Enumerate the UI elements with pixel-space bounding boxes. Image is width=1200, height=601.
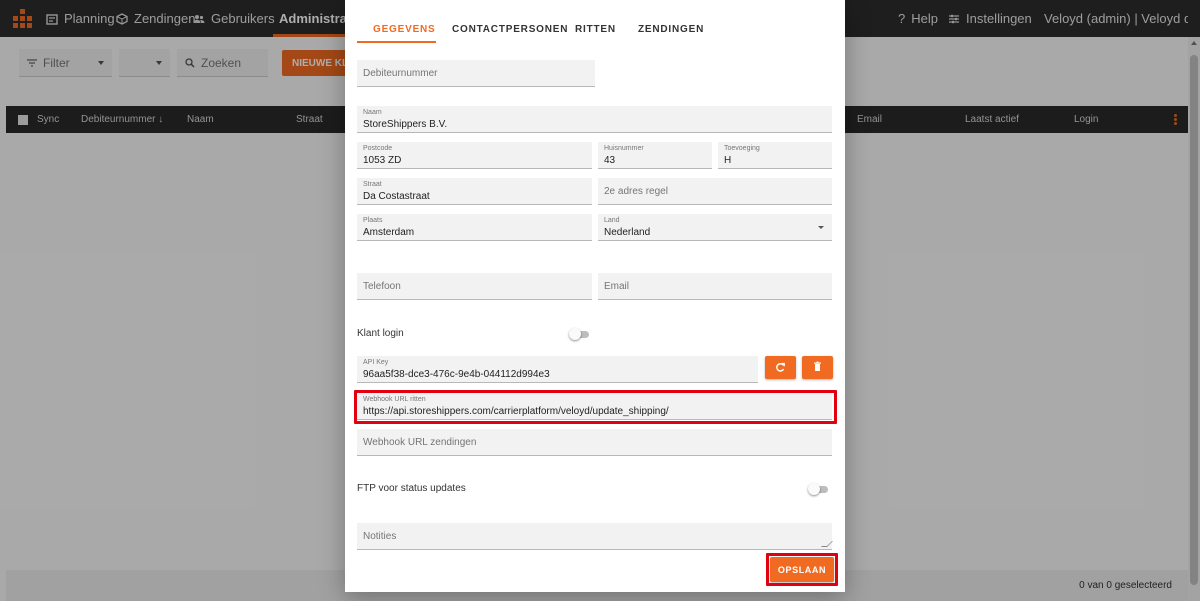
toggle-knob (569, 328, 581, 340)
land-value: Nederland (604, 227, 651, 238)
naam-label: Naam (363, 109, 382, 116)
telefoon-field[interactable]: Telefoon (357, 273, 592, 300)
postcode-field[interactable]: Postcode 1053 ZD (357, 142, 592, 169)
regenerate-api-key-button[interactable] (765, 356, 796, 379)
api-key-value: 96aa5f38-dce3-476c-9e4b-044112d994e3 (363, 369, 550, 380)
tab-gegevens[interactable]: GEGEVENS (373, 24, 436, 35)
plaats-value: Amsterdam (363, 227, 415, 238)
notities-textarea[interactable]: Notities (357, 523, 833, 550)
highlight-box-webhook (354, 390, 837, 424)
highlight-box-save (766, 553, 838, 586)
email-field[interactable]: Email (598, 273, 832, 300)
toevoeging-field[interactable]: Toevoeging H (718, 142, 832, 169)
straat-value: Da Costastraat (363, 191, 430, 202)
toevoeging-label: Toevoeging (724, 145, 760, 152)
klant-login-label: Klant login (357, 328, 404, 339)
debiteurnummer-placeholder: Debiteurnummer (363, 68, 438, 79)
straat-label: Straat (363, 181, 382, 188)
plaats-label: Plaats (363, 217, 383, 224)
resize-grip-icon[interactable] (821, 541, 833, 547)
huisnummer-value: 43 (604, 155, 616, 166)
telefoon-placeholder: Telefoon (363, 281, 401, 292)
naam-value: StoreShippers B.V. (363, 119, 448, 130)
api-key-label: API Key (363, 359, 389, 366)
naam-field[interactable]: Naam StoreShippers B.V. (357, 106, 832, 133)
toevoeging-value: H (724, 155, 732, 166)
ftp-toggle[interactable] (808, 483, 828, 495)
ftp-label: FTP voor status updates (357, 483, 466, 494)
webhook-zendingen-field[interactable]: Webhook URL zendingen (357, 429, 832, 456)
tab-contactpersonen[interactable]: CONTACTPERSONEN (452, 24, 568, 35)
postcode-value: 1053 ZD (363, 155, 402, 166)
chevron-down-icon (818, 226, 824, 229)
adres2-placeholder: 2e adres regel (604, 186, 668, 197)
land-select[interactable]: Land Nederland (598, 214, 832, 241)
client-edit-dialog: GEGEVENS CONTACTPERSONEN RITTEN ZENDINGE… (345, 0, 845, 592)
notities-placeholder: Notities (363, 531, 397, 542)
huisnummer-label: Huisnummer (604, 145, 644, 152)
land-label: Land (604, 217, 620, 224)
adres2-field[interactable]: 2e adres regel (598, 178, 832, 205)
postcode-label: Postcode (363, 145, 393, 152)
api-key-field[interactable]: API Key 96aa5f38-dce3-476c-9e4b-044112d9… (357, 356, 758, 383)
delete-api-key-button[interactable] (802, 356, 833, 379)
huisnummer-field[interactable]: Huisnummer 43 (598, 142, 712, 169)
debiteurnummer-field[interactable]: Debiteurnummer (357, 60, 595, 87)
active-tab-indicator (357, 41, 436, 43)
tab-ritten[interactable]: RITTEN (575, 24, 616, 35)
trash-icon (814, 361, 821, 371)
tab-zendingen[interactable]: ZENDINGEN (638, 24, 704, 35)
webhook-zendingen-placeholder: Webhook URL zendingen (363, 437, 477, 448)
straat-field[interactable]: Straat Da Costastraat (357, 178, 592, 205)
email-placeholder: Email (604, 281, 630, 292)
toggle-knob (808, 483, 820, 495)
klant-login-toggle[interactable] (569, 328, 589, 340)
plaats-field[interactable]: Plaats Amsterdam (357, 214, 592, 241)
refresh-icon (776, 362, 785, 372)
